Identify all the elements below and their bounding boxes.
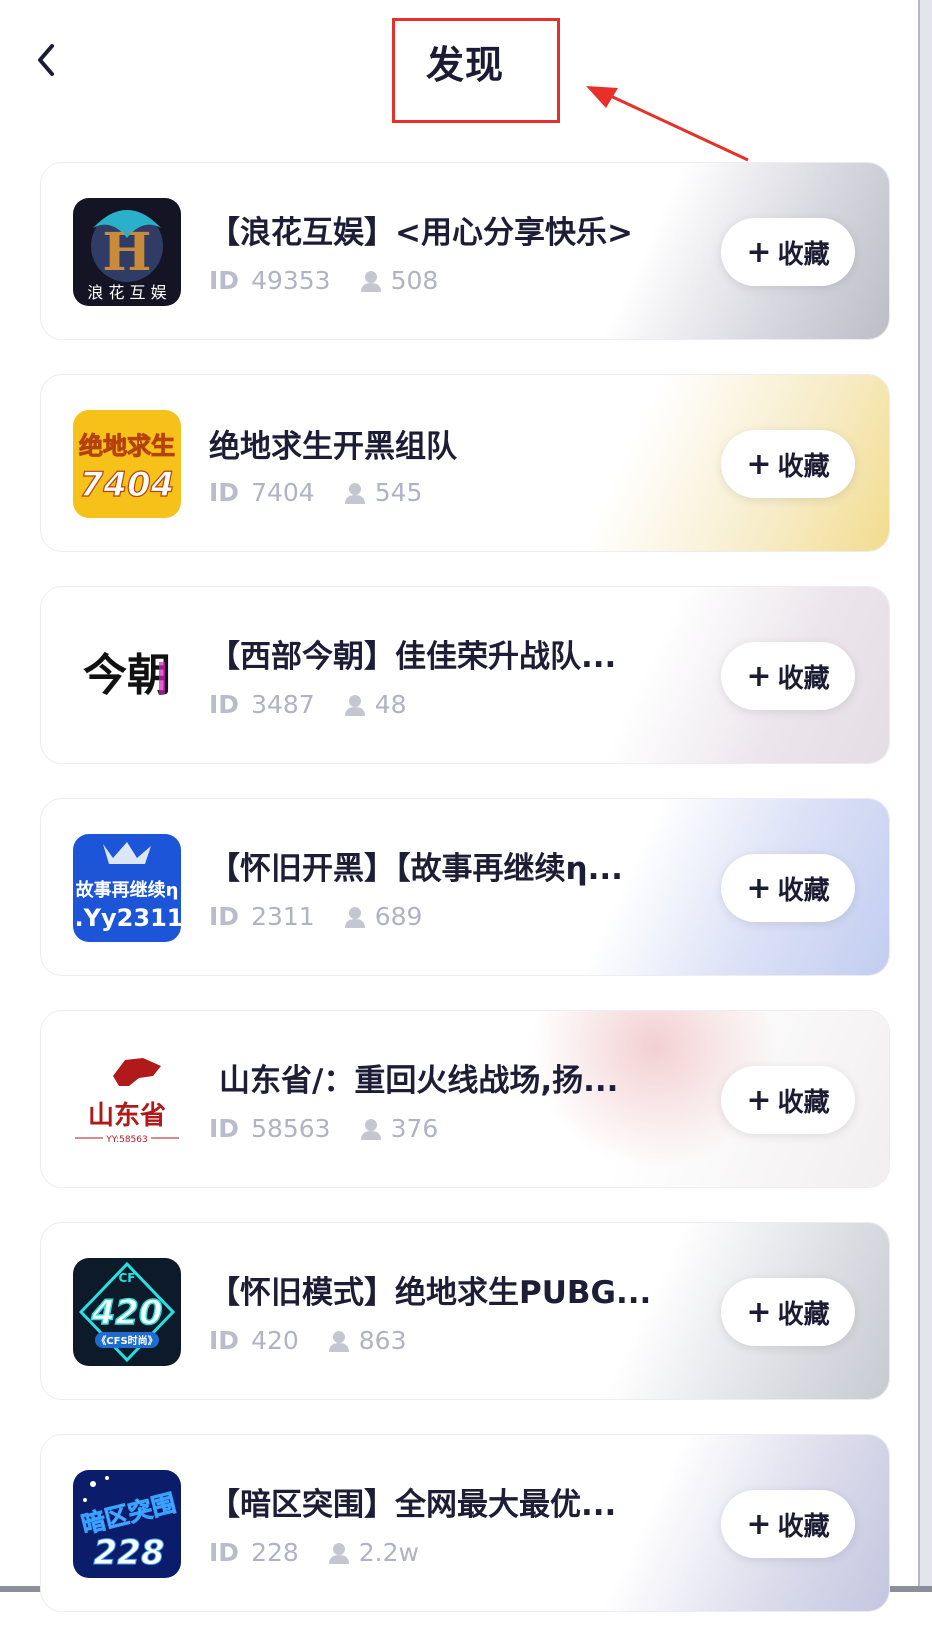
- id-label: ID: [209, 690, 240, 719]
- favorite-button[interactable]: + 收藏: [721, 642, 855, 710]
- scrollbar-edge: [918, 0, 932, 1592]
- item-id: 3487: [251, 690, 315, 719]
- user-icon: [344, 694, 365, 716]
- annotation-arrow: [586, 86, 749, 162]
- member-count: 689: [374, 902, 423, 931]
- favorite-button[interactable]: + 收藏: [721, 218, 855, 286]
- item-id: 58563: [251, 1114, 331, 1143]
- list-item[interactable]: H 浪 花 互 娱 【浪花互娱】<用心分享快乐> ID 49353 508 + …: [40, 162, 890, 340]
- id-label: ID: [209, 1538, 240, 1567]
- plus-icon: +: [746, 870, 772, 906]
- annotation-highlight-box: [392, 18, 560, 123]
- member-count: 508: [390, 266, 439, 295]
- discover-list: H 浪 花 互 娱 【浪花互娱】<用心分享快乐> ID 49353 508 + …: [40, 162, 890, 1646]
- svg-text:CF: CF: [118, 1271, 135, 1285]
- list-item[interactable]: 绝地求生 7404 绝地求生开黑组队 ID 7404 545 + 收藏: [40, 374, 890, 552]
- favorite-button[interactable]: + 收藏: [721, 1066, 855, 1134]
- avatar: 山东省 YY:58563: [73, 1046, 181, 1154]
- list-item[interactable]: 今朝 【西部今朝】佳佳荣升战队... ID 3487 48 + 收藏: [40, 586, 890, 764]
- item-meta: ID 7404 545: [209, 478, 422, 507]
- list-item[interactable]: CF 420 《CFS时尚》 【怀旧模式】绝地求生PUBG... ID 420 …: [40, 1222, 890, 1400]
- plus-icon: +: [746, 1294, 772, 1330]
- item-id: 228: [251, 1538, 299, 1567]
- avatar: 故事再继续η .Yy2311: [73, 834, 181, 942]
- id-label: ID: [209, 902, 240, 931]
- svg-text:YY:58563: YY:58563: [105, 1135, 147, 1145]
- svg-text:7404: 7404: [80, 465, 175, 505]
- item-meta: ID 49353 508: [209, 266, 438, 295]
- svg-text:山东省: 山东省: [88, 1100, 166, 1131]
- favorite-label: 收藏: [777, 1087, 830, 1118]
- plus-icon: +: [746, 1506, 772, 1542]
- member-count: 2.2w: [358, 1538, 419, 1567]
- item-title: 【西部今朝】佳佳荣升战队...: [209, 639, 617, 675]
- item-title: 绝地求生开黑组队: [209, 429, 457, 465]
- favorite-button[interactable]: + 收藏: [721, 1490, 855, 1558]
- favorite-label: 收藏: [777, 875, 830, 906]
- avatar: CF 420 《CFS时尚》: [73, 1258, 181, 1366]
- favorite-label: 收藏: [777, 1299, 830, 1330]
- item-meta: ID 58563 376: [209, 1114, 438, 1143]
- user-icon: [328, 1542, 349, 1564]
- item-meta: ID 228 2.2w: [209, 1538, 419, 1567]
- item-meta: ID 2311 689: [209, 902, 422, 931]
- list-item[interactable]: 故事再继续η .Yy2311 【怀旧开黑】【故事再继续η... ID 2311 …: [40, 798, 890, 976]
- item-id: 7404: [251, 478, 315, 507]
- plus-icon: +: [746, 234, 772, 270]
- item-id: 49353: [251, 266, 331, 295]
- chevron-left-icon: [38, 44, 54, 76]
- svg-text:《CFS时尚》: 《CFS时尚》: [96, 1334, 157, 1347]
- svg-text:浪 花 互 娱: 浪 花 互 娱: [87, 283, 166, 302]
- favorite-button[interactable]: + 收藏: [721, 1278, 855, 1346]
- user-icon: [360, 270, 381, 292]
- member-count: 545: [374, 478, 423, 507]
- user-icon: [360, 1118, 381, 1140]
- plus-icon: +: [746, 446, 772, 482]
- id-label: ID: [209, 1326, 240, 1355]
- favorite-button[interactable]: + 收藏: [721, 854, 855, 922]
- user-icon: [344, 482, 365, 504]
- favorite-label: 收藏: [777, 1511, 830, 1542]
- id-label: ID: [209, 1114, 240, 1143]
- svg-text:.Yy2311: .Yy2311: [75, 904, 181, 932]
- favorite-label: 收藏: [777, 663, 830, 694]
- avatar: 暗区突围 228: [73, 1470, 181, 1578]
- back-button[interactable]: [30, 40, 66, 80]
- svg-text:420: 420: [91, 1293, 163, 1333]
- avatar: 绝地求生 7404: [73, 410, 181, 518]
- item-title: 【暗区突围】全网最大最优...: [209, 1487, 617, 1523]
- member-count: 376: [390, 1114, 439, 1143]
- member-count: 863: [358, 1326, 407, 1355]
- list-item[interactable]: 山东省 YY:58563 山东省/：重回火线战场,扬... ID 58563 3…: [40, 1010, 890, 1188]
- svg-text:H: H: [102, 222, 151, 283]
- favorite-button[interactable]: + 收藏: [721, 430, 855, 498]
- user-icon: [328, 1330, 349, 1352]
- avatar: H 浪 花 互 娱: [73, 198, 181, 306]
- item-id: 420: [251, 1326, 299, 1355]
- svg-text:故事再继续η: 故事再继续η: [76, 879, 179, 901]
- item-meta: ID 3487 48: [209, 690, 407, 719]
- favorite-label: 收藏: [777, 451, 830, 482]
- item-title: 山东省/：重回火线战场,扬...: [219, 1063, 619, 1099]
- user-icon: [344, 906, 365, 928]
- item-meta: ID 420 863: [209, 1326, 407, 1355]
- favorite-label: 收藏: [777, 239, 830, 270]
- item-title: 【怀旧开黑】【故事再继续η...: [209, 851, 623, 887]
- item-title: 【怀旧模式】绝地求生PUBG...: [209, 1275, 652, 1311]
- svg-text:228: 228: [94, 1533, 165, 1573]
- member-count: 48: [374, 690, 407, 719]
- item-title: 【浪花互娱】<用心分享快乐>: [209, 215, 633, 251]
- plus-icon: +: [746, 1082, 772, 1118]
- item-id: 2311: [251, 902, 315, 931]
- id-label: ID: [209, 478, 240, 507]
- list-item[interactable]: 暗区突围 228 【暗区突围】全网最大最优... ID 228 2.2w + 收…: [40, 1434, 890, 1612]
- avatar: 今朝: [73, 622, 181, 730]
- plus-icon: +: [746, 658, 772, 694]
- svg-text:绝地求生: 绝地求生: [79, 432, 175, 460]
- id-label: ID: [209, 266, 240, 295]
- svg-text:今朝: 今朝: [83, 650, 171, 701]
